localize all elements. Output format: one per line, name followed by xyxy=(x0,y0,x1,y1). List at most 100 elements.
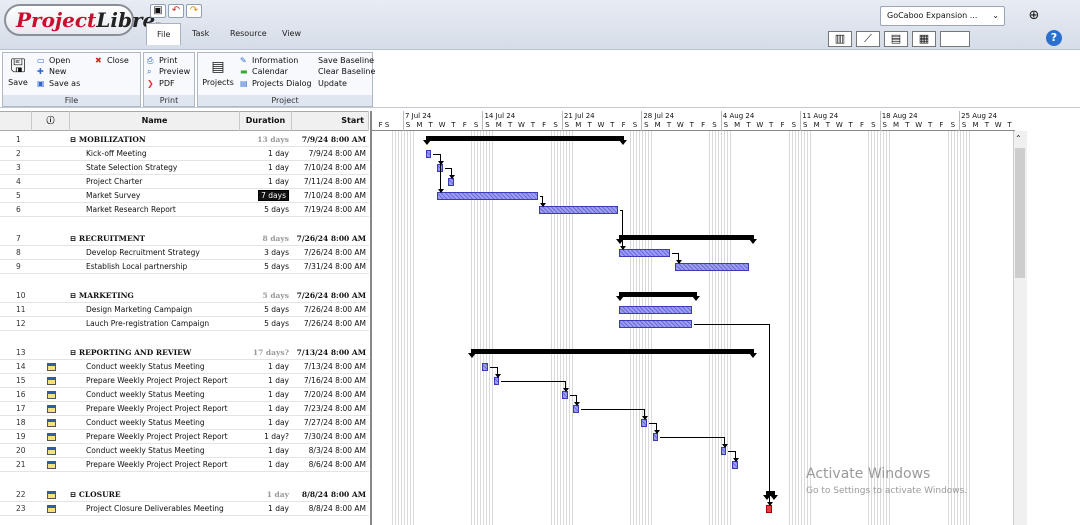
row-id-cell[interactable]: 1 xyxy=(0,133,32,147)
duration-cell[interactable]: 13 days xyxy=(240,133,292,147)
table-row[interactable]: 9 Establish Local partnership 5 days 7/31/2… xyxy=(0,260,369,274)
table-row[interactable]: 2 Kick-off Meeting 1 day 7/9/24 8:00 AM xyxy=(0,147,369,161)
duration-cell[interactable]: 1 day? xyxy=(240,430,292,444)
task-name-cell[interactable]: Market Research Report xyxy=(70,203,240,217)
table-row[interactable]: 17 Prepare Weekly Project Project Report 1… xyxy=(0,402,369,416)
row-id-cell[interactable]: 9 xyxy=(0,260,32,274)
start-date-cell[interactable]: 7/19/24 8:00 AM xyxy=(292,203,369,217)
row-id-cell[interactable]: 15 xyxy=(0,374,32,388)
start-date-cell[interactable]: 7/10/24 8:00 AM xyxy=(292,189,369,203)
table-row[interactable]: 20 Conduct weekly Status Meeting 1 day 8/3/… xyxy=(0,444,369,458)
start-date-cell[interactable]: 7/31/24 8:00 AM xyxy=(292,260,369,274)
name-column-header[interactable]: Name xyxy=(70,111,240,131)
duration-cell[interactable]: 8 days xyxy=(240,232,292,246)
start-date-cell[interactable]: 7/26/24 8:00 AM xyxy=(292,303,369,317)
save-as-button[interactable]: ▣ Save as xyxy=(37,78,80,89)
row-indicator-cell[interactable] xyxy=(32,416,70,430)
row-id-cell[interactable]: 7 xyxy=(0,232,32,246)
task-name-cell[interactable]: Lauch Pre-registration Campaign xyxy=(70,317,240,331)
table-row[interactable]: 8 Develop Recruitment Strategy 3 days 7/26/… xyxy=(0,246,369,260)
table-row[interactable]: 3 State Selection Strategy 1 day 7/10/24 8:… xyxy=(0,161,369,175)
row-id-cell[interactable]: 2 xyxy=(0,147,32,161)
start-date-cell[interactable]: 7/16/24 8:00 AM xyxy=(292,374,369,388)
table-row[interactable]: 19 Prepare Weekly Project Project Report 1… xyxy=(0,430,369,444)
task-name-cell[interactable]: ⊟ MARKETING xyxy=(70,289,240,303)
duration-cell[interactable]: 5 days xyxy=(240,260,292,274)
row-indicator-cell[interactable] xyxy=(32,402,70,416)
row-id-cell[interactable]: 8 xyxy=(0,246,32,260)
duration-cell[interactable]: 1 day xyxy=(240,360,292,374)
tab-file[interactable]: File xyxy=(146,23,182,45)
task-name-cell[interactable]: Market Survey xyxy=(70,189,240,203)
task-name-cell[interactable]: Prepare Weekly Project Project Report xyxy=(70,374,240,388)
table-row[interactable]: 1 ⊟ MOBILIZATION 13 days 7/9/24 8:00 AM xyxy=(0,133,369,147)
print-button[interactable]: ⎙ Print xyxy=(147,55,177,66)
resource-usage-icon[interactable]: ▦ xyxy=(912,31,936,47)
start-date-cell[interactable]: 7/20/24 8:00 AM xyxy=(292,388,369,402)
task-usage-icon[interactable]: ▤ xyxy=(884,31,908,47)
start-date-cell[interactable]: 7/26/24 8:00 AM xyxy=(292,289,369,303)
start-date-cell[interactable]: 7/27/24 8:00 AM xyxy=(292,416,369,430)
table-row[interactable]: 13 ⊟ REPORTING AND REVIEW 17 days? 7/13/24 … xyxy=(0,346,369,360)
start-date-cell[interactable]: 7/13/24 8:00 AM xyxy=(292,360,369,374)
row-id-cell[interactable]: 23 xyxy=(0,502,32,516)
id-column-header[interactable] xyxy=(0,111,32,131)
row-id-cell[interactable]: 10 xyxy=(0,289,32,303)
save-button[interactable]: 🖫 Save xyxy=(7,57,29,88)
table-row[interactable]: 4 Project Charter 1 day 7/11/24 8:00 AM xyxy=(0,175,369,189)
duration-cell[interactable]: 1 day xyxy=(240,458,292,472)
start-date-cell[interactable]: 7/26/24 8:00 AM xyxy=(292,246,369,260)
table-row[interactable]: 14 Conduct weekly Status Meeting 1 day 7/13… xyxy=(0,360,369,374)
row-indicator-cell[interactable] xyxy=(32,360,70,374)
duration-cell[interactable]: 5 days xyxy=(240,317,292,331)
row-indicator-cell[interactable] xyxy=(32,203,70,217)
row-indicator-cell[interactable] xyxy=(32,430,70,444)
table-row[interactable]: 23 Project Closure Deliverables Meeting 1 … xyxy=(0,502,369,516)
calendar-button[interactable]: ▬ Calendar xyxy=(240,66,288,77)
start-column-header[interactable]: Start xyxy=(292,111,369,131)
task-name-cell[interactable]: ⊟ RECRUITMENT xyxy=(70,232,240,246)
duration-cell[interactable]: 1 day xyxy=(240,502,292,516)
row-id-cell[interactable]: 6 xyxy=(0,203,32,217)
task-name-cell[interactable]: Project Closure Deliverables Meeting xyxy=(70,502,240,516)
gantt-chart[interactable]: F S7 Jul 24 S M T W T F S 14 Jul 24 S M T W T F S 21 Jul… xyxy=(370,111,1015,525)
redo-icon[interactable]: ↷ xyxy=(186,4,202,18)
row-id-cell[interactable]: 11 xyxy=(0,303,32,317)
task-name-cell[interactable]: Conduct weekly Status Meeting xyxy=(70,416,240,430)
start-date-cell[interactable]: 7/13/24 8:00 AM xyxy=(292,346,369,360)
row-id-cell[interactable]: 18 xyxy=(0,416,32,430)
start-date-cell[interactable]: 7/9/24 8:00 AM xyxy=(292,133,369,147)
row-indicator-cell[interactable] xyxy=(32,232,70,246)
row-id-cell[interactable]: 17 xyxy=(0,402,32,416)
table-row[interactable]: 12 Lauch Pre-registration Campaign 5 days 7… xyxy=(0,317,369,331)
project-selector[interactable]: GoCaboo Expansion ... ⌄ xyxy=(880,6,1005,26)
task-name-cell[interactable]: Kick-off Meeting xyxy=(70,147,240,161)
help-icon[interactable]: ? xyxy=(1046,30,1062,46)
duration-cell[interactable]: 1 day xyxy=(240,374,292,388)
row-id-cell[interactable]: 20 xyxy=(0,444,32,458)
duration-cell[interactable]: 1 day xyxy=(240,488,292,502)
table-row[interactable]: 21 Prepare Weekly Project Project Report 1… xyxy=(0,458,369,472)
start-date-cell[interactable]: 7/26/24 8:00 AM xyxy=(292,317,369,331)
row-indicator-cell[interactable] xyxy=(32,346,70,360)
start-date-cell[interactable]: 7/23/24 8:00 AM xyxy=(292,402,369,416)
task-name-cell[interactable]: ⊟ CLOSURE xyxy=(70,488,240,502)
duration-cell[interactable]: 5 days xyxy=(240,203,292,217)
open-button[interactable]: ▭ Open xyxy=(37,55,70,66)
table-row[interactable]: 6 Market Research Report 5 days 7/19/24 8:0… xyxy=(0,203,369,217)
task-name-cell[interactable]: Develop Recruitment Strategy xyxy=(70,246,240,260)
task-name-cell[interactable]: ⊟ MOBILIZATION xyxy=(70,133,240,147)
row-id-cell[interactable]: 14 xyxy=(0,360,32,374)
task-name-cell[interactable]: Conduct weekly Status Meeting xyxy=(70,360,240,374)
row-indicator-cell[interactable] xyxy=(32,161,70,175)
duration-cell[interactable]: 5 days xyxy=(240,303,292,317)
duration-cell[interactable]: 1 day xyxy=(240,402,292,416)
row-indicator-cell[interactable] xyxy=(32,260,70,274)
start-date-cell[interactable]: 8/8/24 8:00 AM xyxy=(292,488,369,502)
row-id-cell[interactable]: 4 xyxy=(0,175,32,189)
preview-button[interactable]: ⌕ Preview xyxy=(147,66,190,77)
resource-chart-icon[interactable]: ▥ xyxy=(828,31,852,47)
new-button[interactable]: ✚ New xyxy=(37,66,66,77)
table-row[interactable]: 11 Design Marketing Campaign 5 days 7/26/24… xyxy=(0,303,369,317)
task-name-cell[interactable]: ⊟ REPORTING AND REVIEW xyxy=(70,346,240,360)
